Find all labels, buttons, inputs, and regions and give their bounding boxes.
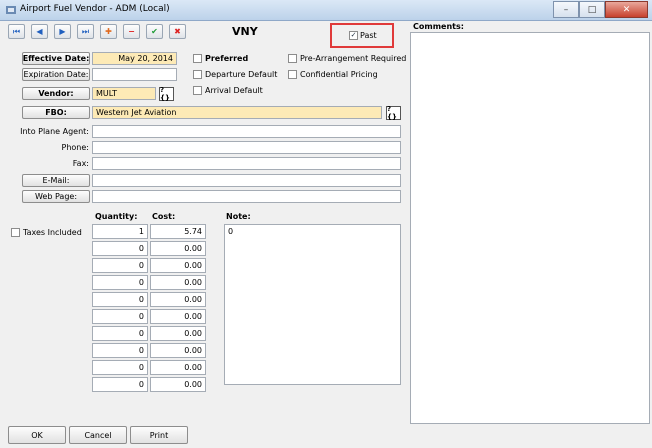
ok-button[interactable]: OK bbox=[8, 426, 66, 444]
delete-record-button[interactable]: − bbox=[123, 24, 140, 39]
email-button[interactable]: E-Mail: bbox=[22, 174, 90, 187]
departure-default-label: Departure Default bbox=[205, 70, 278, 79]
quantity-cell[interactable]: 0 bbox=[92, 360, 148, 375]
next-record-button[interactable]: ▶ bbox=[54, 24, 71, 39]
note-field[interactable]: 0 bbox=[224, 224, 401, 385]
web-page-field[interactable] bbox=[92, 190, 401, 203]
quantity-cell[interactable]: 0 bbox=[92, 309, 148, 324]
print-button[interactable]: Print bbox=[130, 426, 188, 444]
web-page-button[interactable]: Web Page: bbox=[22, 190, 90, 203]
close-icon[interactable]: ✕ bbox=[605, 1, 648, 18]
cost-cell[interactable]: 0.00 bbox=[150, 309, 206, 324]
fbo-field[interactable]: Western Jet Aviation bbox=[92, 106, 382, 119]
station-code: VNY bbox=[232, 25, 258, 38]
minimize-icon[interactable]: – bbox=[553, 1, 579, 18]
save-record-button[interactable]: ✔ bbox=[146, 24, 163, 39]
taxes-included-label: Taxes Included bbox=[23, 228, 82, 237]
pre-arrangement-label: Pre-Arrangement Required bbox=[300, 54, 407, 63]
cost-cell[interactable]: 0.00 bbox=[150, 343, 206, 358]
cost-cell[interactable]: 0.00 bbox=[150, 292, 206, 307]
quantity-cell[interactable]: 0 bbox=[92, 377, 148, 392]
window-title: Airport Fuel Vendor - ADM (Local) bbox=[20, 4, 170, 14]
vendor-field[interactable]: MULT bbox=[92, 87, 156, 100]
comments-field[interactable] bbox=[410, 32, 650, 424]
cost-cell[interactable]: 0.00 bbox=[150, 258, 206, 273]
previous-record-button[interactable]: ◀ bbox=[31, 24, 48, 39]
departure-default-checkbox[interactable] bbox=[193, 70, 202, 79]
fax-label: Fax: bbox=[72, 159, 89, 168]
plus-icon: ✚ bbox=[105, 27, 112, 36]
into-plane-agent-field[interactable] bbox=[92, 125, 401, 138]
window-controls: – □ ✕ bbox=[553, 1, 648, 18]
fax-field[interactable] bbox=[92, 157, 401, 170]
last-icon: ⏭ bbox=[81, 26, 90, 36]
cost-cell[interactable]: 0.00 bbox=[150, 377, 206, 392]
email-field[interactable] bbox=[92, 174, 401, 187]
checkmark-icon: ✔ bbox=[151, 27, 158, 36]
cancel-button[interactable]: Cancel bbox=[69, 426, 127, 444]
quantity-cell[interactable]: 0 bbox=[92, 258, 148, 273]
quantity-cell[interactable]: 0 bbox=[92, 275, 148, 290]
quantity-cell[interactable]: 1 bbox=[92, 224, 148, 239]
fbo-button[interactable]: FBO: bbox=[22, 106, 90, 119]
cost-cell[interactable]: 0.00 bbox=[150, 241, 206, 256]
cost-cell[interactable]: 5.74 bbox=[150, 224, 206, 239]
cost-cell[interactable]: 0.00 bbox=[150, 360, 206, 375]
pre-arrangement-checkbox[interactable] bbox=[288, 54, 297, 63]
preferred-label: Preferred bbox=[205, 54, 249, 63]
quantity-cell[interactable]: 0 bbox=[92, 326, 148, 341]
expiration-date-field[interactable] bbox=[92, 68, 177, 81]
expiration-date-button[interactable]: Expiration Date: bbox=[22, 68, 90, 81]
previous-icon: ◀ bbox=[36, 27, 43, 36]
quantity-cell[interactable]: 0 bbox=[92, 241, 148, 256]
phone-field[interactable] bbox=[92, 141, 401, 154]
last-record-button[interactable]: ⏭ bbox=[77, 24, 94, 39]
phone-label: Phone: bbox=[61, 143, 89, 152]
quantity-cell[interactable]: 0 bbox=[92, 292, 148, 307]
quantity-cell[interactable]: 0 bbox=[92, 343, 148, 358]
cost-cell[interactable]: 0.00 bbox=[150, 326, 206, 341]
minus-icon: − bbox=[128, 27, 135, 36]
vendor-lookup-button[interactable]: ?{} bbox=[159, 86, 174, 102]
cost-cell[interactable]: 0.00 bbox=[150, 275, 206, 290]
app-icon bbox=[5, 4, 17, 16]
into-plane-agent-label: Into Plane Agent: bbox=[20, 127, 89, 136]
effective-date-field[interactable]: May 20, 2014 bbox=[92, 52, 177, 65]
fbo-lookup-button[interactable]: ?{} bbox=[386, 105, 401, 121]
past-checkbox[interactable]: ✓ bbox=[349, 31, 358, 40]
first-record-button[interactable]: ⏮ bbox=[8, 24, 25, 39]
first-icon: ⏮ bbox=[12, 26, 21, 36]
cost-header: Cost: bbox=[152, 212, 176, 221]
past-label: Past bbox=[360, 31, 377, 40]
vendor-button[interactable]: Vendor: bbox=[22, 87, 90, 100]
next-icon: ▶ bbox=[59, 27, 66, 36]
arrival-default-checkbox[interactable] bbox=[193, 86, 202, 95]
effective-date-button[interactable]: Effective Date: bbox=[22, 52, 90, 65]
arrival-default-label: Arrival Default bbox=[205, 86, 263, 95]
quantity-header: Quantity: bbox=[95, 212, 138, 221]
x-icon: ✖ bbox=[174, 27, 181, 36]
confidential-pricing-checkbox[interactable] bbox=[288, 70, 297, 79]
title-bar: Airport Fuel Vendor - ADM (Local) – □ ✕ bbox=[0, 0, 652, 21]
confidential-pricing-label: Confidential Pricing bbox=[300, 70, 378, 79]
cancel-edit-button[interactable]: ✖ bbox=[169, 24, 186, 39]
maximize-icon[interactable]: □ bbox=[579, 1, 605, 18]
note-header: Note: bbox=[226, 212, 251, 221]
add-record-button[interactable]: ✚ bbox=[100, 24, 117, 39]
preferred-checkbox[interactable] bbox=[193, 54, 202, 63]
taxes-included-checkbox[interactable] bbox=[11, 228, 20, 237]
comments-label: Comments: bbox=[413, 22, 464, 31]
